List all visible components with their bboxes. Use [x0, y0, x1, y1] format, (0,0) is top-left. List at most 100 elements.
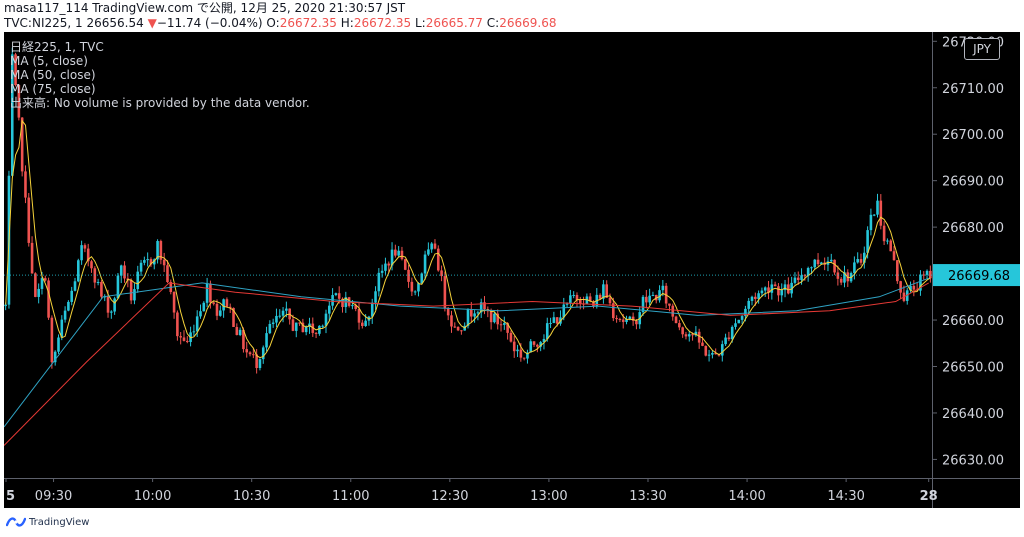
- candle-up: [730, 326, 734, 340]
- candle-down: [929, 270, 932, 279]
- candle-up: [760, 290, 764, 294]
- candle-down: [899, 281, 902, 293]
- legend-ma50: MA (50, close): [10, 68, 96, 82]
- candle-down: [754, 296, 757, 299]
- candle-up: [397, 250, 400, 256]
- candle-up: [783, 284, 787, 291]
- candle-down: [598, 294, 602, 299]
- candle-up: [331, 295, 334, 306]
- legend-volume-note: 出来高: No volume is provided by the data v…: [10, 96, 310, 110]
- price-tick-label: 26650.00: [942, 361, 1004, 376]
- open-label: O:: [266, 16, 280, 30]
- candle-up: [351, 305, 354, 307]
- candle-down: [446, 308, 450, 316]
- time-tick-label: 13:00: [530, 489, 567, 504]
- candle-up: [886, 240, 889, 242]
- candle-down: [859, 259, 863, 263]
- candle-down: [436, 248, 440, 271]
- candle-up: [869, 214, 873, 231]
- candle-down: [443, 276, 447, 309]
- candle-down: [215, 303, 219, 316]
- candle-down: [512, 341, 516, 352]
- candle-down: [433, 243, 437, 249]
- time-tick-label: 11:00: [332, 489, 369, 504]
- candle-up: [143, 260, 146, 263]
- candle-down: [185, 340, 189, 343]
- candle-up: [304, 327, 308, 333]
- last-price-tag-label: 26669.68: [948, 269, 1010, 284]
- candle-up: [77, 260, 80, 282]
- candle-down: [30, 242, 34, 274]
- candle-up: [747, 300, 751, 309]
- candle-down: [212, 302, 216, 304]
- candle-up: [493, 313, 496, 323]
- candle-up: [113, 298, 116, 312]
- candle-down: [27, 197, 31, 243]
- time-tick-label: 28: [920, 489, 938, 504]
- candle-up: [384, 263, 387, 271]
- candle-down: [509, 332, 513, 342]
- candle-down: [674, 316, 678, 324]
- candle-up: [327, 305, 331, 314]
- candle-down: [410, 281, 414, 292]
- candle-up: [856, 259, 859, 263]
- candle-down: [635, 320, 638, 325]
- candle-up: [364, 320, 367, 327]
- candle-up: [278, 315, 282, 317]
- brand: TradingView: [6, 516, 89, 528]
- currency-button[interactable]: JPY: [964, 38, 1000, 60]
- candle-down: [100, 282, 103, 297]
- candle-up: [720, 344, 724, 356]
- candle-up: [466, 309, 470, 326]
- candle-up: [476, 312, 480, 314]
- candle-up: [770, 284, 774, 293]
- candle-down: [691, 334, 694, 336]
- price-tick-label: 26680.00: [942, 221, 1004, 236]
- ma50-line: [3, 277, 929, 428]
- candle-down: [407, 269, 410, 282]
- high-label: H:: [340, 16, 354, 30]
- candle-down: [314, 332, 318, 334]
- candle-down: [833, 259, 836, 273]
- candle-down: [357, 309, 361, 323]
- publish-info: masa117_114 TradingView.com で公開, 12月 25,…: [4, 1, 406, 15]
- candle-down: [235, 327, 239, 335]
- candle-down: [532, 341, 536, 345]
- candle-up: [139, 262, 143, 272]
- candle-down: [777, 286, 780, 296]
- candle-down: [896, 260, 899, 282]
- candle-up: [737, 319, 741, 324]
- price-tick-label: 26710.00: [942, 82, 1004, 97]
- candle-down: [179, 336, 182, 338]
- candle-up: [473, 313, 476, 317]
- candle-up: [569, 295, 572, 304]
- candle-down: [645, 296, 648, 303]
- candle-up: [370, 302, 374, 317]
- candle-up: [63, 310, 67, 320]
- candle-up: [119, 265, 123, 276]
- candle-down: [129, 280, 133, 301]
- candle-up: [192, 331, 196, 333]
- candle-up: [380, 270, 384, 273]
- price-tick-label: 26690.00: [942, 175, 1004, 190]
- candle-down: [615, 318, 618, 320]
- candle-down: [522, 357, 526, 359]
- candle-up: [750, 296, 754, 301]
- candle-up: [529, 341, 533, 353]
- candle-up: [503, 323, 506, 325]
- candle-up: [545, 323, 549, 339]
- candle-down: [684, 334, 688, 337]
- candle-up: [110, 311, 113, 313]
- legend-ma75: MA (75, close): [10, 82, 96, 96]
- candle-up: [565, 303, 569, 305]
- candle-down: [47, 280, 50, 318]
- time-tick-label: 12:30: [431, 489, 468, 504]
- candle-down: [727, 337, 731, 340]
- candle-up: [740, 316, 744, 320]
- candle-down: [836, 272, 840, 279]
- candle-up: [417, 283, 420, 292]
- change-arrow-icon: ▼: [147, 16, 157, 30]
- candle-down: [90, 261, 93, 269]
- candle-down: [361, 322, 364, 327]
- candle-down: [697, 331, 701, 343]
